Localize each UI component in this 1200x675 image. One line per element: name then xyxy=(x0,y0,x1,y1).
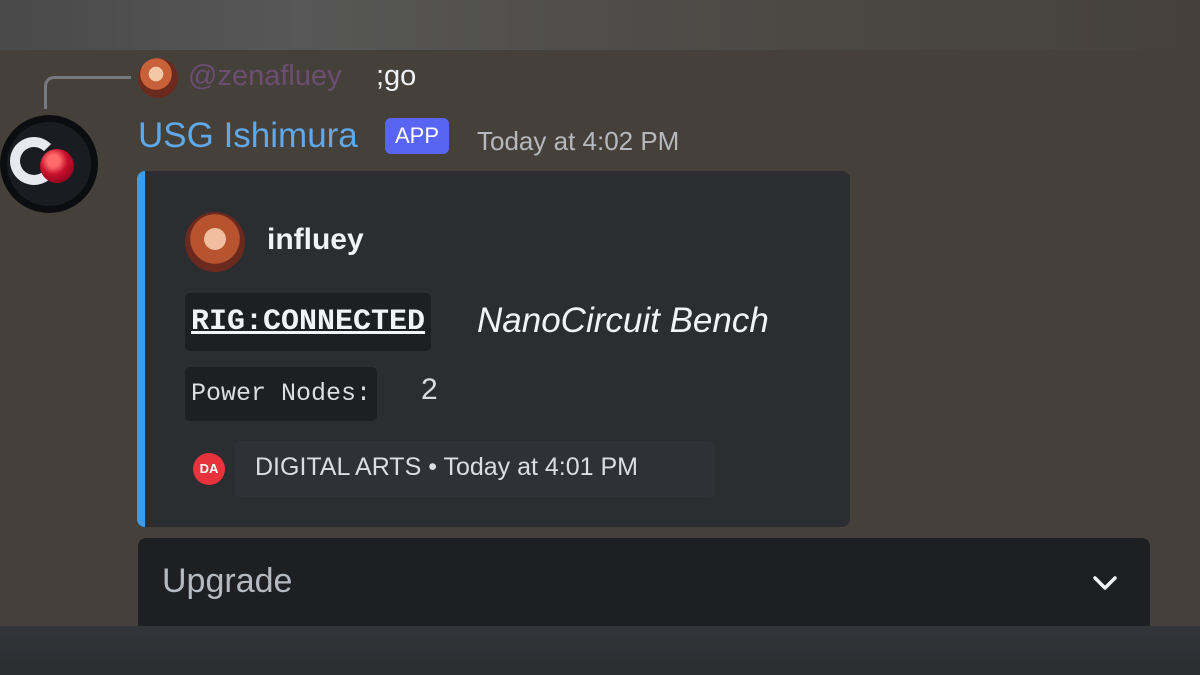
embed-field-value: 2 xyxy=(421,373,438,406)
select-placeholder: Upgrade xyxy=(162,562,293,600)
upgrade-select-menu[interactable]: Upgrade xyxy=(138,538,1150,626)
bot-avatar[interactable] xyxy=(0,115,98,213)
message-timestamp: Today at 4:02 PM xyxy=(477,126,680,156)
reply-user-avatar[interactable] xyxy=(138,58,178,98)
bottom-blur-band xyxy=(0,626,1200,675)
reply-mention[interactable]: @zenafluey xyxy=(188,60,342,93)
reply-content[interactable]: ;go xyxy=(376,60,416,93)
avatar-red-dot xyxy=(40,149,74,183)
embed-author-avatar xyxy=(185,212,245,272)
digital-arts-icon: DA xyxy=(193,453,225,485)
embed-footer-text: DIGITAL ARTS • Today at 4:01 PM xyxy=(255,453,638,481)
reply-connector xyxy=(44,76,131,109)
chevron-down-icon[interactable] xyxy=(1090,568,1120,598)
embed-footer: DA DIGITAL ARTS • Today at 4:01 PM xyxy=(185,441,715,497)
embed-title-italic: NanoCircuit Bench xyxy=(477,301,769,340)
bot-username[interactable]: USG Ishimura xyxy=(138,116,358,156)
top-blur-band xyxy=(0,0,1200,50)
embed-title-code: RIG:CONNECTED xyxy=(185,293,432,351)
rich-embed: influey RIG:CONNECTED NanoCircuit Bench … xyxy=(137,171,850,527)
app-badge: APP xyxy=(385,118,450,154)
embed-author-name: influey xyxy=(267,223,364,256)
embed-field-label: Power Nodes: xyxy=(185,367,378,421)
